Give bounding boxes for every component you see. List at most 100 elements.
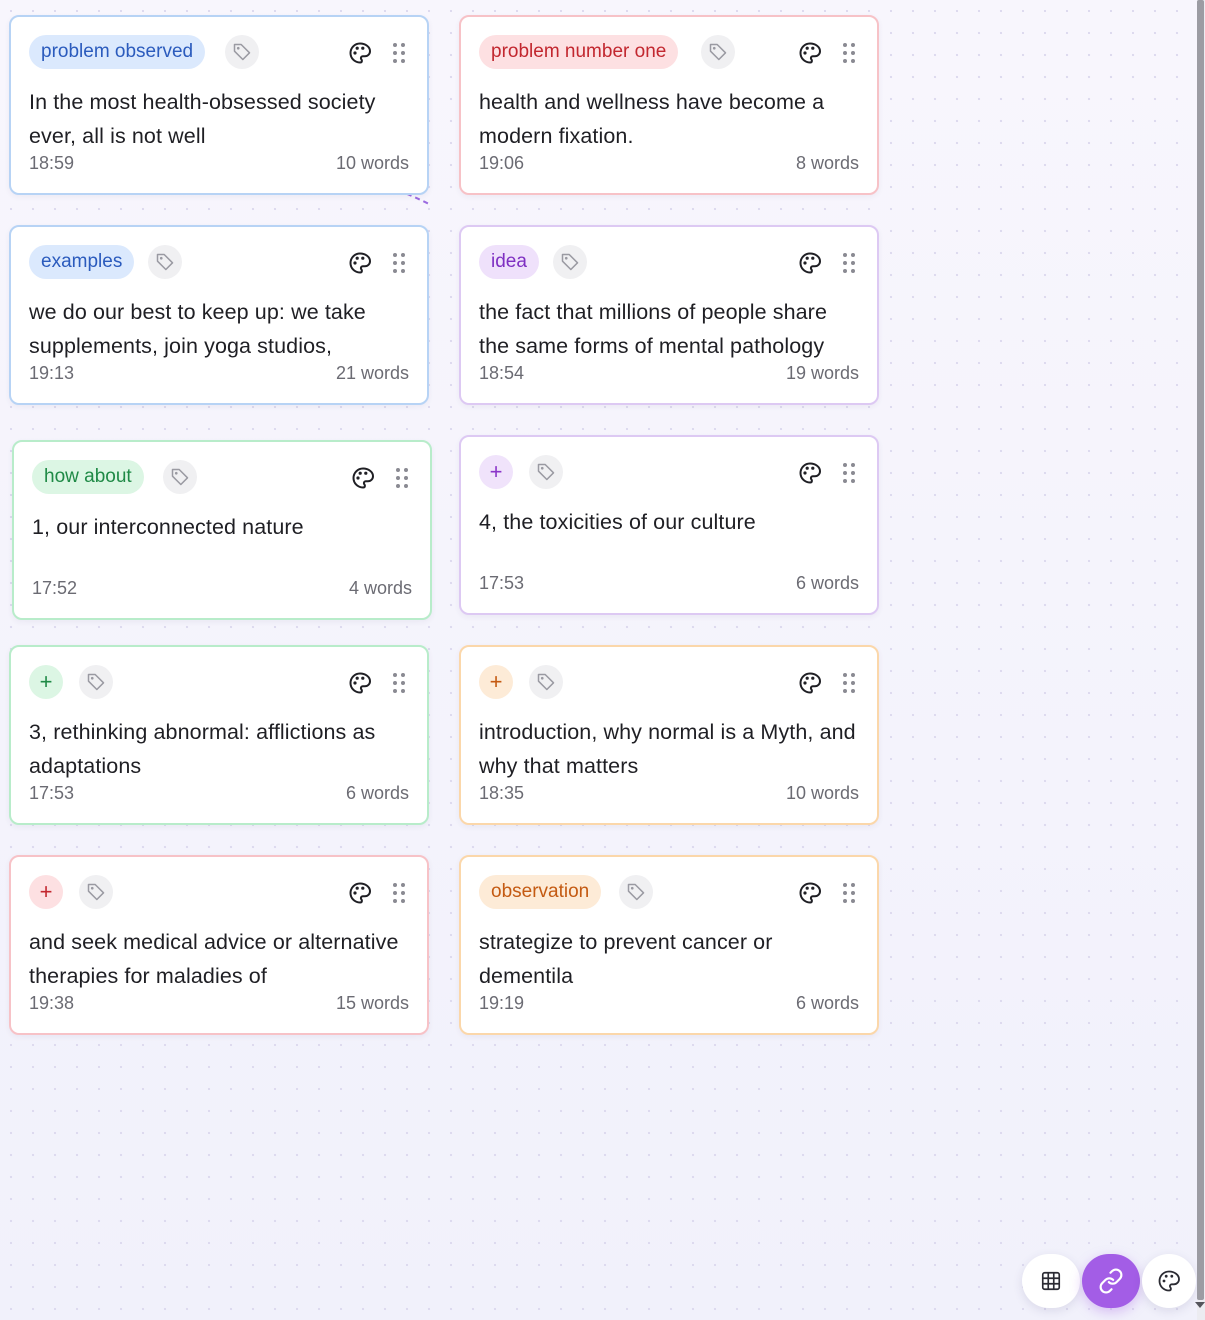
word-count: 4 words [348,578,412,598]
note-text[interactable]: 3, rethinking abnormal: afflictions as a… [29,715,409,783]
note-label[interactable]: observation [479,875,602,909]
drag-handle-icon[interactable] [393,673,405,693]
palette-icon [799,672,822,694]
drag-handle-icon[interactable] [393,253,405,273]
note-time: 19:19 [479,993,525,1013]
drag-handle-icon[interactable] [393,43,405,63]
palette-icon [349,42,372,64]
tag-button[interactable] [619,875,653,909]
note-card[interactable]: how about 1, our interconnected nature 1… [12,440,432,620]
note-time: 18:35 [479,783,525,803]
theme-button[interactable] [1142,1254,1196,1308]
tag-icon [709,43,727,61]
tag-button[interactable] [163,460,197,494]
palette-icon [349,672,372,694]
drag-handle-icon[interactable] [843,673,855,693]
note-time: 19:06 [479,153,525,173]
scrollbar-thumb[interactable] [1197,0,1204,1300]
scroll-down-arrow-icon[interactable] [1195,1302,1205,1308]
note-card[interactable]: + 4, the toxicities of our culture 17:53… [459,435,879,615]
palette-button[interactable] [347,880,373,906]
grid-icon [1041,1271,1061,1291]
palette-icon [1158,1270,1180,1292]
note-card[interactable]: problem number one health and wellness h… [459,15,879,195]
note-card[interactable]: + and seek medical advice or alternative… [9,855,429,1035]
note-text[interactable]: 4, the toxicities of our culture [479,505,859,539]
palette-button[interactable] [797,460,823,486]
note-time: 17:53 [29,783,75,803]
tag-button[interactable] [148,245,182,279]
note-text[interactable]: strategize to prevent cancer or dementil… [479,925,859,993]
drag-handle-icon[interactable] [843,43,855,63]
note-label[interactable]: how about [32,460,144,494]
tag-icon [171,468,189,486]
note-card[interactable]: idea the fact that millions of people sh… [459,225,879,405]
note-label[interactable]: problem observed [29,35,206,69]
palette-button[interactable] [797,880,823,906]
note-card[interactable]: + 3, rethinking abnormal: afflictions as… [9,645,429,825]
drag-handle-icon[interactable] [396,468,408,488]
note-text[interactable]: we do our best to keep up: we take suppl… [29,295,409,363]
note-text[interactable]: In the most health-obsessed society ever… [29,85,409,153]
note-label[interactable]: problem number one [479,35,679,69]
tag-button[interactable] [79,875,113,909]
word-count: 15 words [335,993,409,1013]
add-label-button[interactable]: + [29,665,63,699]
drag-handle-icon[interactable] [843,253,855,273]
note-text[interactable]: 1, our interconnected nature [32,510,412,544]
link-icon [1099,1268,1123,1294]
palette-button[interactable] [350,465,376,491]
note-card[interactable]: examples we do our best to keep up: we t… [9,225,429,405]
tag-icon [87,883,105,901]
tag-icon [627,883,645,901]
palette-button[interactable] [347,250,373,276]
note-time: 18:54 [479,363,525,383]
tag-button[interactable] [225,35,259,69]
word-count: 8 words [795,153,859,173]
drag-handle-icon[interactable] [843,883,855,903]
palette-button[interactable] [797,250,823,276]
palette-button[interactable] [797,40,823,66]
note-card[interactable]: + introduction, why normal is a Myth, an… [459,645,879,825]
drag-handle-icon[interactable] [393,883,405,903]
note-text[interactable]: the fact that millions of people share t… [479,295,859,363]
word-count: 6 words [345,783,409,803]
note-text[interactable]: and seek medical advice or alternative t… [29,925,409,993]
note-label[interactable]: examples [29,245,135,279]
note-card[interactable]: observation strategize to prevent cancer… [459,855,879,1035]
note-time: 17:52 [32,578,78,598]
palette-button[interactable] [347,670,373,696]
tag-button[interactable] [553,245,587,279]
word-count: 6 words [795,573,859,593]
add-label-button[interactable]: + [479,455,513,489]
vertical-scrollbar[interactable] [1195,0,1205,1320]
tag-button[interactable] [529,665,563,699]
palette-icon [799,42,822,64]
word-count: 6 words [795,993,859,1013]
note-time: 17:53 [479,573,525,593]
tag-icon [561,253,579,271]
palette-icon [352,467,375,489]
tag-icon [87,673,105,691]
note-text[interactable]: health and wellness have become a modern… [479,85,859,153]
palette-button[interactable] [347,40,373,66]
note-time: 18:59 [29,153,75,173]
tag-button[interactable] [701,35,735,69]
palette-button[interactable] [797,670,823,696]
tag-button[interactable] [529,455,563,489]
add-label-button[interactable]: + [479,665,513,699]
word-count: 21 words [335,363,409,383]
tag-button[interactable] [79,665,113,699]
add-label-button[interactable]: + [29,875,63,909]
note-card[interactable]: problem observed In the most health-obse… [9,15,429,195]
palette-icon [349,882,372,904]
link-mode-button[interactable] [1082,1254,1140,1308]
tag-icon [233,43,251,61]
note-text[interactable]: introduction, why normal is a Myth, and … [479,715,859,783]
note-label[interactable]: idea [479,245,539,279]
grid-view-button[interactable] [1022,1254,1080,1308]
drag-handle-icon[interactable] [843,463,855,483]
word-count: 10 words [335,153,409,173]
palette-icon [349,252,372,274]
note-time: 19:38 [29,993,75,1013]
